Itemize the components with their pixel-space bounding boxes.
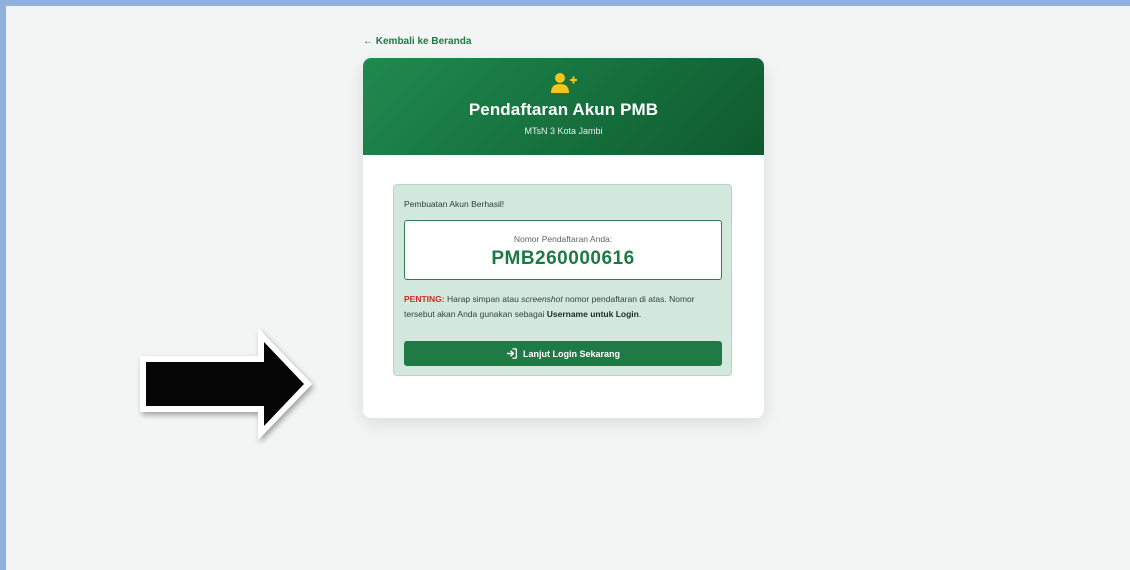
registration-number-label: Nomor Pendaftaran Anda: (513, 234, 613, 244)
continue-login-button[interactable]: Lanjut Login Sekarang (404, 341, 722, 366)
sign-in-icon (506, 348, 517, 359)
registration-number-value: PMB260000616 (491, 248, 635, 269)
notice-italic-text: screenshot (521, 294, 563, 304)
continue-login-label: Lanjut Login Sekarang (522, 348, 620, 359)
registration-number-box: Nomor Pendaftaran Anda: PMB260000616 (404, 220, 722, 280)
back-to-home-link[interactable]: ← Kembali ke Beranda (363, 36, 471, 47)
notice-username-text: Username untuk Login (546, 309, 639, 319)
arrow-right-icon (140, 328, 312, 440)
notice-important-label: PENTING: (404, 294, 445, 304)
card-header: Pendaftaran Akun PMB MTsN 3 Kota Jambi (363, 58, 764, 155)
card-title: Pendaftaran Akun PMB (468, 100, 659, 119)
page-background: ← Kembali ke Beranda Pendaftaran Akun PM… (6, 6, 1130, 570)
user-plus-icon (551, 73, 577, 93)
registration-card: Pendaftaran Akun PMB MTsN 3 Kota Jambi P… (363, 58, 764, 418)
notice-text: Harap simpan atau (444, 294, 522, 304)
success-alert: Pembuatan Akun Berhasil! Nomor Pendaftar… (393, 184, 732, 376)
success-message: Pembuatan Akun Berhasil! (404, 199, 505, 209)
card-subtitle: MTsN 3 Kota Jambi (524, 126, 603, 136)
important-notice: PENTING: Harap simpan atau screenshot no… (404, 292, 726, 322)
notice-end: . (638, 309, 642, 319)
